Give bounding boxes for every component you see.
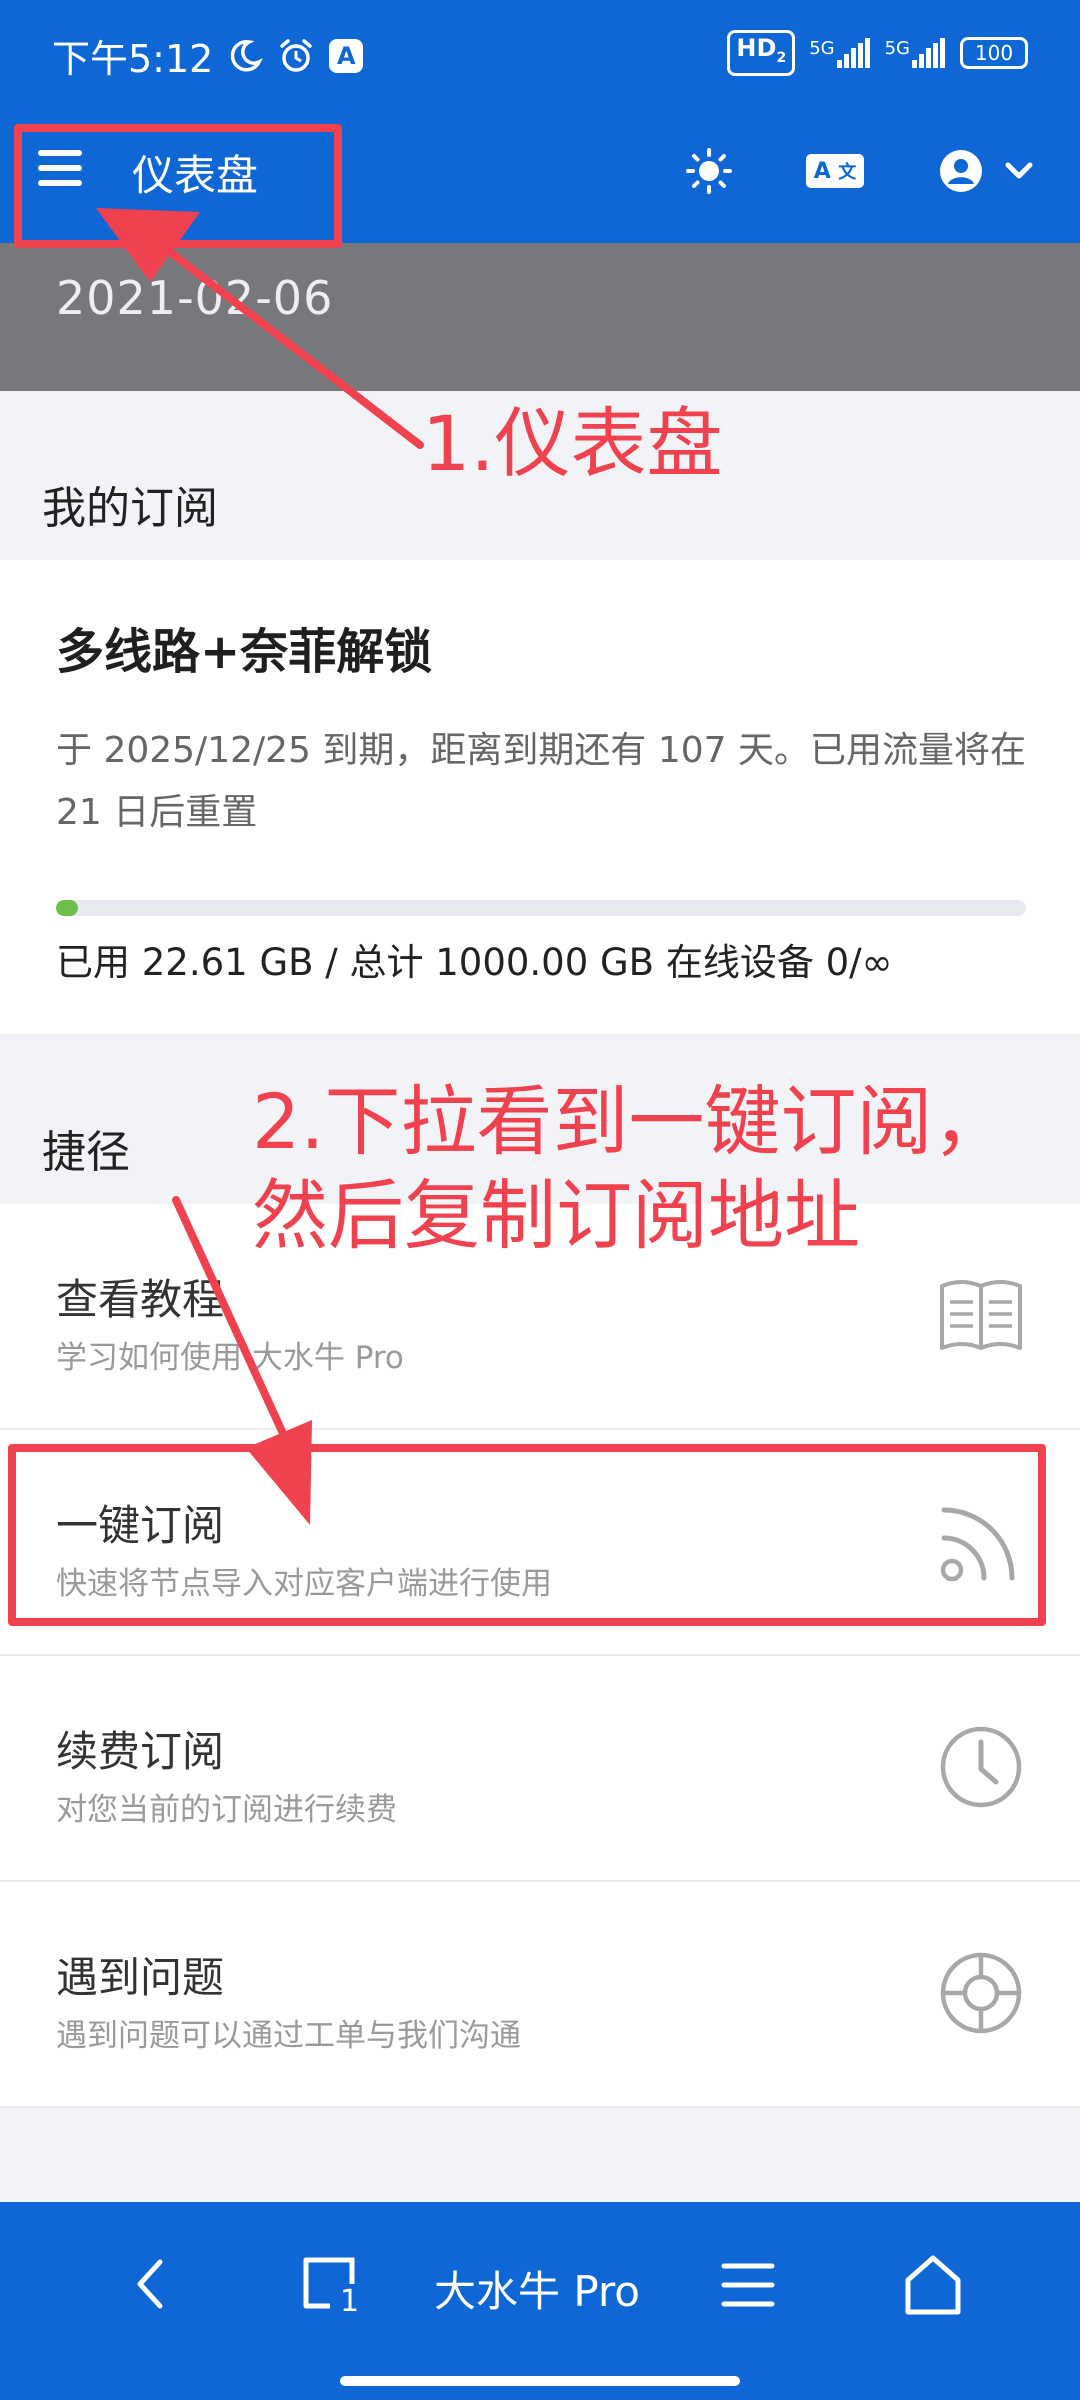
tab-count: 1 bbox=[340, 2284, 360, 2319]
lifebuoy-icon bbox=[940, 1952, 1022, 2034]
menu-icon[interactable] bbox=[720, 2260, 776, 2310]
shortcut-support[interactable]: 遇到问题 遇到问题可以通过工单与我们沟通 bbox=[0, 1882, 1080, 2108]
clock-icon bbox=[940, 1726, 1022, 1808]
annotation-step-2-line-1: 2.下拉看到一键订阅， bbox=[252, 1077, 1009, 1166]
shortcut-subtitle: 遇到问题可以通过工单与我们沟通 bbox=[56, 2018, 521, 2054]
annotation-step-2-line-2: 然后复制订阅地址 bbox=[252, 1171, 860, 1260]
shortcut-renew[interactable]: 续费订阅 对您当前的订阅进行续费 bbox=[0, 1656, 1080, 1882]
shortcut-subtitle: 对您当前的订阅进行续费 bbox=[56, 1792, 397, 1828]
annotation-arrow-1 bbox=[96, 208, 424, 1525]
back-icon[interactable] bbox=[126, 2254, 176, 2314]
shortcut-title: 续费订阅 bbox=[56, 1727, 225, 1776]
bottom-bar: 1 大水牛 Pro bbox=[0, 2202, 1080, 2400]
tabs-button[interactable]: 1 bbox=[300, 2254, 362, 2319]
annotation-step-1: 1.仪表盘 bbox=[422, 399, 723, 488]
browser-title[interactable]: 大水牛 Pro bbox=[434, 2258, 640, 2319]
shortcut-title: 遇到问题 bbox=[56, 1953, 225, 2002]
home-indicator[interactable] bbox=[340, 2376, 740, 2386]
home-icon[interactable] bbox=[900, 2252, 966, 2318]
